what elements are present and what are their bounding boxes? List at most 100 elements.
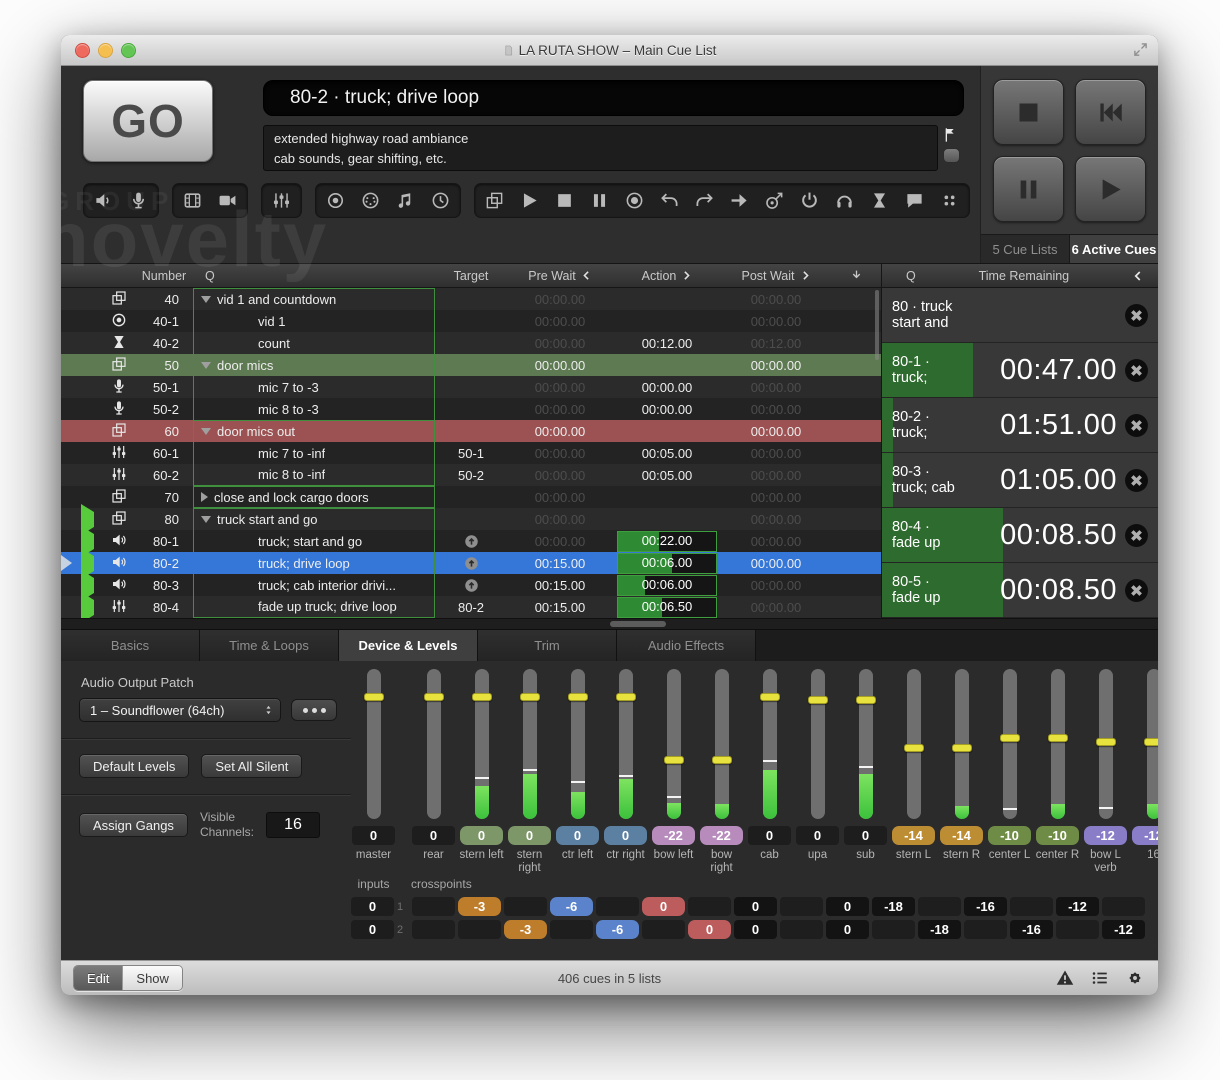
disclosure-open-icon[interactable] [201, 428, 211, 435]
cue-row-60-2[interactable]: 60-2mic 8 to -inf50-200:00.0000:05.0000:… [61, 464, 881, 486]
active-col-q[interactable]: Q [906, 269, 916, 283]
channel-value[interactable]: -22 [652, 826, 695, 845]
stop-icon[interactable] [555, 191, 574, 210]
channel-value[interactable]: -12 [1132, 826, 1158, 845]
stop-cue-button[interactable] [1124, 468, 1149, 493]
cue-name-cell[interactable]: door mics out [193, 420, 435, 442]
crosspoint-cell[interactable]: -6 [550, 897, 593, 916]
stop-cue-button[interactable] [1124, 358, 1149, 383]
headset-icon[interactable] [835, 191, 854, 210]
fader-handle[interactable] [1096, 738, 1116, 746]
chat-icon[interactable] [905, 191, 924, 210]
fader-handle[interactable] [616, 693, 636, 701]
crosspoint-cell-empty[interactable] [780, 920, 823, 939]
target-icon[interactable] [326, 191, 345, 210]
scrollbar-thumb[interactable] [610, 621, 666, 627]
cue-row-80[interactable]: 80truck start and go00:00.0000:00.00 [61, 508, 881, 530]
channel-value[interactable]: 0 [844, 826, 887, 845]
set-all-silent-button[interactable]: Set All Silent [201, 754, 302, 778]
cue-name-cell[interactable]: truck; cab interior drivi... [193, 574, 435, 596]
group-icon[interactable] [485, 191, 504, 210]
tab-basics[interactable]: Basics [61, 630, 200, 661]
crosspoint-cell-empty[interactable] [688, 897, 731, 916]
cue-name-cell[interactable]: mic 7 to -3 [193, 376, 435, 398]
table-vertical-scrollbar[interactable] [875, 290, 879, 360]
crosspoint-cell-empty[interactable] [780, 897, 823, 916]
crosspoint-cell-empty[interactable] [918, 897, 961, 916]
crosspoint-cell[interactable]: -18 [872, 897, 915, 916]
cue-row-40-2[interactable]: 40-2count00:00.0000:12.0000:12.00 [61, 332, 881, 354]
col-target[interactable]: Target [435, 269, 507, 283]
crosspoint-cell[interactable]: 0 [734, 920, 777, 939]
fader-handle[interactable] [856, 696, 876, 704]
crosspoint-cell[interactable]: 0 [688, 920, 731, 939]
fader-track[interactable] [763, 669, 777, 819]
cue-row-60[interactable]: 60door mics out00:00.0000:00.00 [61, 420, 881, 442]
crosspoint-cell-empty[interactable] [1056, 920, 1099, 939]
master-crosspoint[interactable]: 0 [351, 920, 394, 939]
crosspoint-cell[interactable]: -16 [1010, 920, 1053, 939]
disclosure-open-icon[interactable] [201, 362, 211, 369]
channel-value[interactable]: 0 [412, 826, 455, 845]
crosspoint-cell[interactable]: -6 [596, 920, 639, 939]
channel-value[interactable]: -14 [892, 826, 935, 845]
cue-name-cell[interactable]: vid 1 [193, 310, 435, 332]
stop-cue-button[interactable] [1124, 578, 1149, 603]
dart-icon[interactable] [765, 191, 784, 210]
fader-track[interactable] [1051, 669, 1065, 819]
cue-row-50-2[interactable]: 50-2mic 8 to -300:00.0000:00.0000:00.00 [61, 398, 881, 420]
fader-handle[interactable] [364, 693, 384, 701]
fader-handle[interactable] [1144, 738, 1159, 746]
channel-value[interactable]: -12 [1084, 826, 1127, 845]
patch-options-button[interactable] [291, 699, 337, 721]
hourglass-icon[interactable] [870, 191, 889, 210]
fader-icon[interactable] [272, 191, 291, 210]
crosspoint-cell[interactable]: 0 [734, 897, 777, 916]
crosspoint-cell[interactable]: -12 [1056, 897, 1099, 916]
crosspoint-cell-empty[interactable] [550, 920, 593, 939]
notes-toggle[interactable] [943, 148, 960, 163]
fullscreen-icon[interactable] [1133, 42, 1148, 57]
cue-row-80-2[interactable]: 80-2truck; drive loop00:15.0000:06.0000:… [61, 552, 881, 574]
crosspoint-cell-empty[interactable] [504, 897, 547, 916]
tab-cue-lists[interactable]: 5 Cue Lists [981, 235, 1070, 263]
rewind-button[interactable] [1075, 79, 1146, 145]
channel-value[interactable]: 0 [508, 826, 551, 845]
table-horizontal-scrollbar[interactable] [61, 618, 1158, 629]
disclosure-open-icon[interactable] [201, 296, 211, 303]
cue-name-cell[interactable]: mic 8 to -inf [193, 464, 435, 486]
channel-value[interactable]: 0 [352, 826, 395, 845]
film-icon[interactable] [183, 191, 202, 210]
active-col-time-remaining[interactable]: Time Remaining [916, 269, 1132, 283]
cue-name-cell[interactable]: truck start and go [193, 508, 435, 530]
fader-handle[interactable] [568, 693, 588, 701]
crosspoint-cell-empty[interactable] [964, 920, 1007, 939]
disclosure-closed-icon[interactable] [201, 492, 208, 502]
col-q[interactable]: Q [193, 269, 435, 283]
fader-track[interactable] [619, 669, 633, 819]
fader-track[interactable] [907, 669, 921, 819]
pause-button[interactable] [993, 156, 1064, 222]
disclosure-open-icon[interactable] [201, 516, 211, 523]
cue-name-cell[interactable]: mic 7 to -inf [193, 442, 435, 464]
fader-handle[interactable] [664, 756, 684, 764]
fader-handle[interactable] [424, 693, 444, 701]
assign-gangs-button[interactable]: Assign Gangs [79, 813, 188, 837]
fader-track[interactable] [1003, 669, 1017, 819]
cue-row-40-1[interactable]: 40-1vid 100:00.0000:00.00 [61, 310, 881, 332]
cue-name-cell[interactable]: mic 8 to -3 [193, 398, 435, 420]
channel-value[interactable]: 0 [604, 826, 647, 845]
mic-icon[interactable] [129, 191, 148, 210]
redo-icon[interactable] [695, 191, 714, 210]
cue-notes[interactable]: extended highway road ambiance cab sound… [263, 125, 938, 171]
fader-track[interactable] [427, 669, 441, 819]
channel-value[interactable]: 0 [748, 826, 791, 845]
crosspoint-cell-empty[interactable] [1010, 897, 1053, 916]
crosspoint-cell[interactable]: 0 [826, 897, 869, 916]
fader-track[interactable] [955, 669, 969, 819]
cue-row-80-1[interactable]: 80-1truck; start and go00:00.0000:22.000… [61, 530, 881, 552]
play-button[interactable] [1075, 156, 1146, 222]
note-icon[interactable] [396, 191, 415, 210]
fader-track[interactable] [1099, 669, 1113, 819]
fader-handle[interactable] [760, 693, 780, 701]
